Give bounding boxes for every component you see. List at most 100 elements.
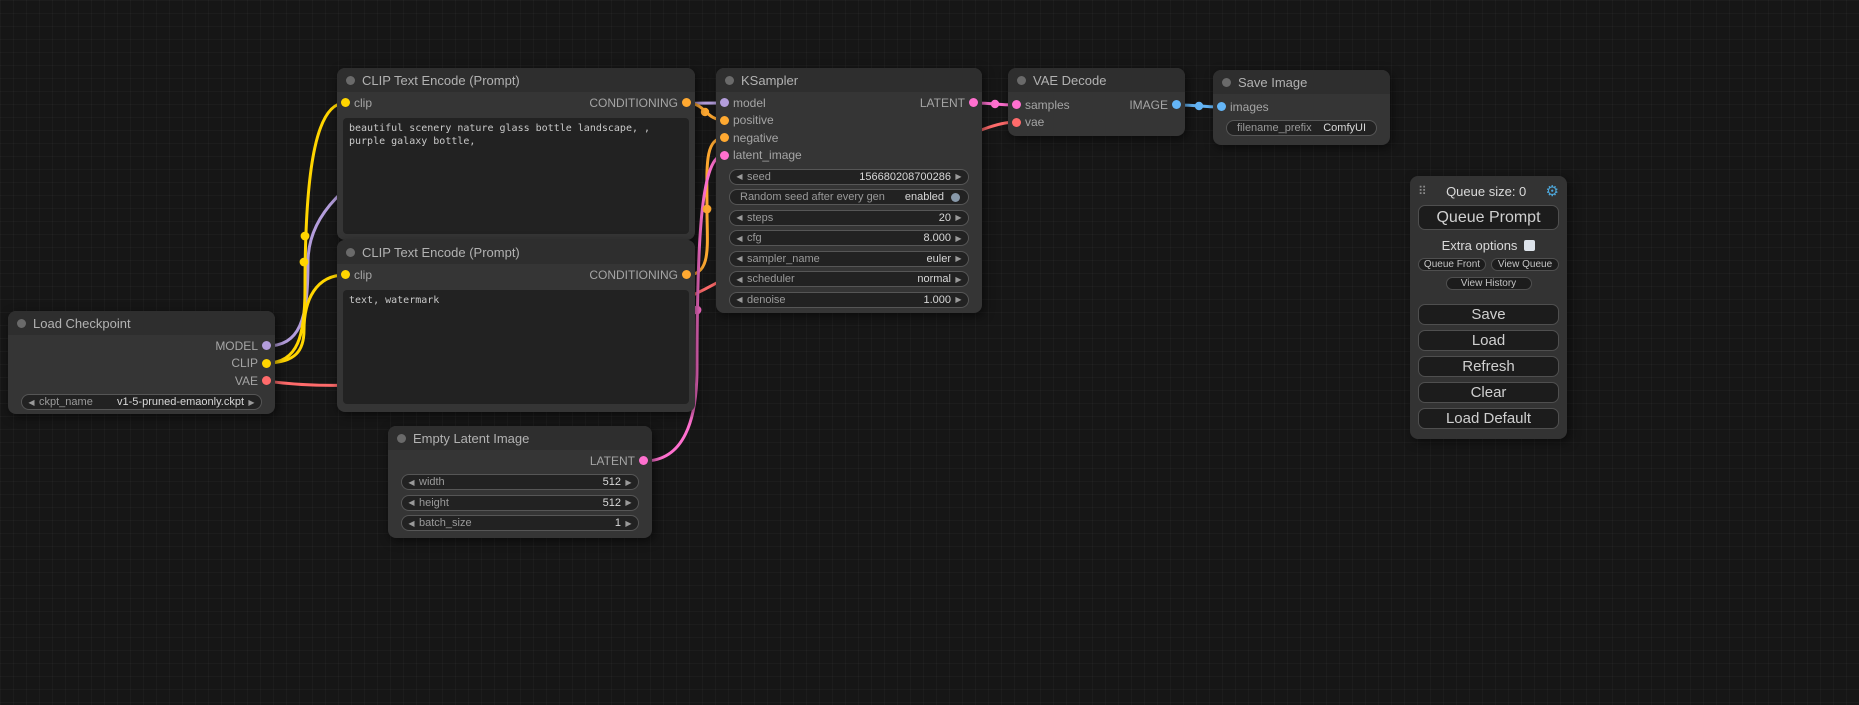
node-title-bar[interactable]: Save Image: [1213, 70, 1390, 94]
increment-arrow-icon[interactable]: ▶: [953, 172, 964, 181]
decrement-arrow-icon[interactable]: ◀: [734, 234, 745, 243]
latent-output-port[interactable]: [639, 456, 648, 465]
width-widget[interactable]: ◀ width 512 ▶: [401, 474, 639, 490]
negative-input-port[interactable]: [720, 133, 729, 142]
decrement-arrow-icon[interactable]: ◀: [26, 398, 37, 407]
slot-row: clip CONDITIONING: [337, 266, 695, 284]
model-input-label: model: [733, 96, 766, 110]
settings-gear-icon[interactable]: ⚙: [1546, 182, 1559, 200]
node-clip-text-encode-negative[interactable]: CLIP Text Encode (Prompt) clip CONDITION…: [337, 240, 695, 412]
widget-label: seed: [747, 171, 771, 183]
node-load-checkpoint[interactable]: Load Checkpoint MODEL CLIP VAE ◀ ckpt_na…: [8, 311, 275, 414]
increment-arrow-icon[interactable]: ▶: [953, 295, 964, 304]
sampler-name-widget[interactable]: ◀ sampler_name euler ▶: [729, 251, 969, 267]
node-collapse-dot[interactable]: [17, 319, 26, 328]
node-title-bar[interactable]: Load Checkpoint: [8, 311, 275, 335]
node-title-bar[interactable]: VAE Decode: [1008, 68, 1185, 92]
view-queue-button[interactable]: View Queue: [1491, 258, 1559, 271]
node-collapse-dot[interactable]: [1222, 78, 1231, 87]
queue-prompt-button[interactable]: Queue Prompt: [1418, 205, 1559, 230]
negative-prompt-textarea[interactable]: text, watermark: [343, 290, 689, 404]
ckpt-name-widget[interactable]: ◀ ckpt_name v1-5-pruned-emaonly.ckpt ▶: [21, 394, 262, 410]
decrement-arrow-icon[interactable]: ◀: [734, 275, 745, 284]
denoise-widget[interactable]: ◀ denoise 1.000 ▶: [729, 292, 969, 308]
clip-input-port[interactable]: [341, 270, 350, 279]
queue-front-button[interactable]: Queue Front: [1418, 258, 1486, 271]
filename-prefix-widget[interactable]: filename_prefix ComfyUI: [1226, 120, 1377, 136]
load-button[interactable]: Load: [1418, 330, 1559, 351]
increment-arrow-icon[interactable]: ▶: [953, 254, 964, 263]
cfg-widget[interactable]: ◀ cfg 8.000 ▶: [729, 230, 969, 246]
increment-arrow-icon[interactable]: ▶: [623, 478, 634, 487]
view-history-button[interactable]: View History: [1446, 277, 1532, 290]
widget-label: filename_prefix: [1237, 122, 1312, 134]
latent-output-port[interactable]: [969, 98, 978, 107]
queue-menu-panel: ⠿ Queue size: 0 ⚙ Queue Prompt Extra opt…: [1410, 176, 1567, 439]
load-default-button[interactable]: Load Default: [1418, 408, 1559, 429]
node-title-bar[interactable]: Empty Latent Image: [388, 426, 652, 450]
save-button[interactable]: Save: [1418, 304, 1559, 325]
node-collapse-dot[interactable]: [725, 76, 734, 85]
clip-output-port[interactable]: [262, 359, 271, 368]
node-collapse-dot[interactable]: [346, 248, 355, 257]
drag-handle-icon[interactable]: ⠿: [1418, 184, 1427, 198]
widget-label: cfg: [747, 232, 762, 244]
node-vae-decode[interactable]: VAE Decode samples IMAGE vae: [1008, 68, 1185, 136]
node-title: KSampler: [741, 73, 798, 88]
increment-arrow-icon[interactable]: ▶: [953, 234, 964, 243]
height-widget[interactable]: ◀ height 512 ▶: [401, 495, 639, 511]
clip-input-port[interactable]: [341, 98, 350, 107]
widget-label: scheduler: [747, 273, 795, 285]
increment-arrow-icon[interactable]: ▶: [623, 498, 634, 507]
scheduler-widget[interactable]: ◀ scheduler normal ▶: [729, 271, 969, 287]
seed-widget[interactable]: ◀ seed 156680208700286 ▶: [729, 169, 969, 185]
increment-arrow-icon[interactable]: ▶: [953, 213, 964, 222]
widget-label: batch_size: [419, 517, 472, 529]
random-seed-toggle[interactable]: Random seed after every gen enabled: [729, 189, 969, 205]
node-title-bar[interactable]: CLIP Text Encode (Prompt): [337, 240, 695, 264]
node-title-bar[interactable]: KSampler: [716, 68, 982, 92]
widget-value: v1-5-pruned-emaonly.ckpt: [117, 396, 244, 408]
clear-button[interactable]: Clear: [1418, 382, 1559, 403]
samples-input-port[interactable]: [1012, 100, 1021, 109]
decrement-arrow-icon[interactable]: ◀: [406, 498, 417, 507]
extra-options-checkbox[interactable]: [1524, 240, 1535, 251]
conditioning-output-port[interactable]: [682, 270, 691, 279]
model-input-port[interactable]: [720, 98, 729, 107]
vae-input-port[interactable]: [1012, 118, 1021, 127]
image-output-port[interactable]: [1172, 100, 1181, 109]
slot-row: MODEL: [8, 337, 275, 355]
positive-prompt-textarea[interactable]: beautiful scenery nature glass bottle la…: [343, 118, 689, 234]
increment-arrow-icon[interactable]: ▶: [623, 519, 634, 528]
toggle-on-dot[interactable]: [951, 193, 960, 202]
conditioning-output-port[interactable]: [682, 98, 691, 107]
decrement-arrow-icon[interactable]: ◀: [406, 519, 417, 528]
batch-size-widget[interactable]: ◀ batch_size 1 ▶: [401, 515, 639, 531]
decrement-arrow-icon[interactable]: ◀: [406, 478, 417, 487]
steps-widget[interactable]: ◀ steps 20 ▶: [729, 210, 969, 226]
increment-arrow-icon[interactable]: ▶: [953, 275, 964, 284]
node-collapse-dot[interactable]: [1017, 76, 1026, 85]
node-collapse-dot[interactable]: [346, 76, 355, 85]
increment-arrow-icon[interactable]: ▶: [246, 398, 257, 407]
decrement-arrow-icon[interactable]: ◀: [734, 295, 745, 304]
extra-options-row: Extra options: [1418, 238, 1559, 252]
positive-input-port[interactable]: [720, 116, 729, 125]
vae-output-port[interactable]: [262, 376, 271, 385]
model-output-port[interactable]: [262, 341, 271, 350]
node-title: Empty Latent Image: [413, 431, 529, 446]
node-empty-latent-image[interactable]: Empty Latent Image LATENT ◀ width 512 ▶ …: [388, 426, 652, 538]
node-save-image[interactable]: Save Image images filename_prefix ComfyU…: [1213, 70, 1390, 145]
decrement-arrow-icon[interactable]: ◀: [734, 172, 745, 181]
node-title-bar[interactable]: CLIP Text Encode (Prompt): [337, 68, 695, 92]
decrement-arrow-icon[interactable]: ◀: [734, 213, 745, 222]
node-clip-text-encode-positive[interactable]: CLIP Text Encode (Prompt) clip CONDITION…: [337, 68, 695, 240]
decrement-arrow-icon[interactable]: ◀: [734, 254, 745, 263]
latent-image-input-port[interactable]: [720, 151, 729, 160]
node-collapse-dot[interactable]: [397, 434, 406, 443]
node-ksampler[interactable]: KSampler model LATENT positive negative …: [716, 68, 982, 313]
node-canvas[interactable]: Load Checkpoint MODEL CLIP VAE ◀ ckpt_na…: [0, 0, 1859, 705]
images-input-port[interactable]: [1217, 102, 1226, 111]
image-output-label: IMAGE: [1129, 98, 1168, 112]
refresh-button[interactable]: Refresh: [1418, 356, 1559, 377]
